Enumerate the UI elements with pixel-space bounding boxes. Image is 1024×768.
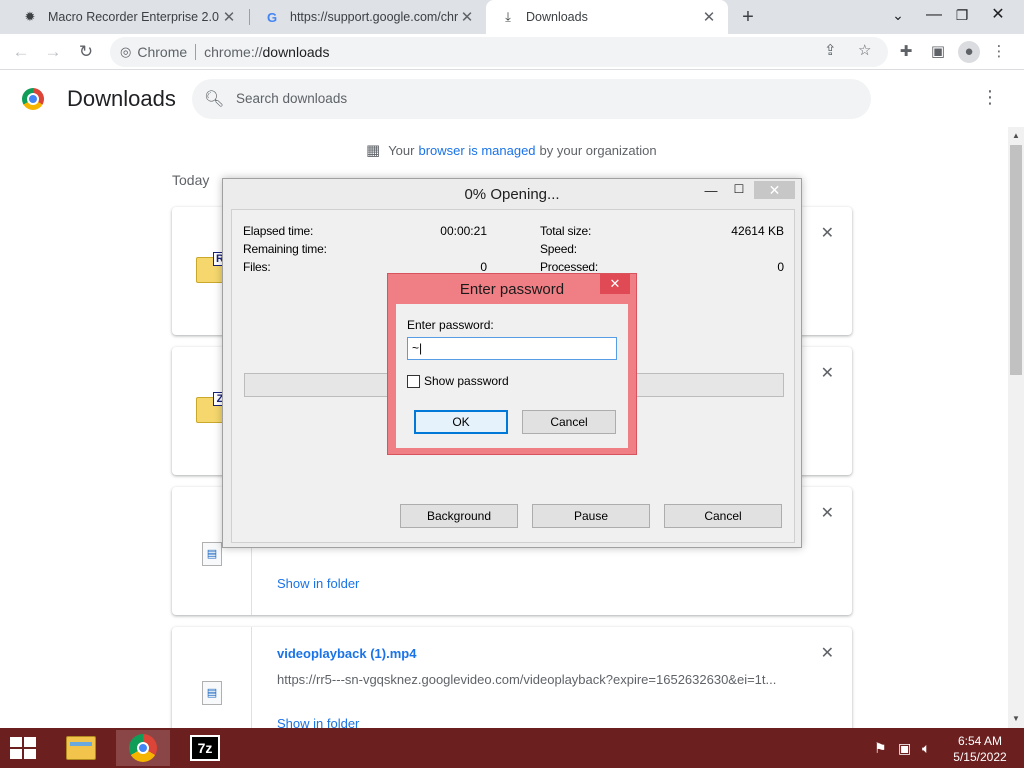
address-bar[interactable]: ◎ Chrome chrome://downloads ⇪ ☆ xyxy=(110,37,888,67)
managed-suffix: by your organization xyxy=(539,142,657,158)
macro-recorder-icon: ✹ xyxy=(24,9,36,24)
processed-label: Processed: xyxy=(540,260,599,274)
files-value: 0 xyxy=(480,260,487,274)
tab-title: https://support.google.com/chro xyxy=(290,10,458,24)
close-icon[interactable]: ✕ xyxy=(458,8,476,26)
new-tab-button[interactable]: + xyxy=(736,6,760,28)
tab-search-icon[interactable]: ⌄ xyxy=(882,0,914,32)
show-password-checkbox[interactable] xyxy=(407,374,420,388)
extensions-icon[interactable]: ✚ xyxy=(895,41,917,63)
taskbar-file-explorer[interactable] xyxy=(54,730,108,766)
browser-managed-link[interactable]: browser is managed xyxy=(418,143,535,158)
password-label: Enter password: xyxy=(407,318,494,332)
forward-button[interactable]: → xyxy=(40,39,66,65)
url-host: downloads xyxy=(262,44,330,60)
video-file-icon: ▤ xyxy=(202,542,222,566)
managed-notice: ▦ Your browser is managed by your organi… xyxy=(366,141,657,159)
cancel-extract-button[interactable]: Cancel xyxy=(664,504,782,528)
scrollbar-thumb[interactable] xyxy=(1010,145,1022,375)
page-title: Downloads xyxy=(67,86,176,111)
pause-button[interactable]: Pause xyxy=(532,504,650,528)
taskbar-chrome[interactable] xyxy=(116,730,170,766)
minimize-icon[interactable]: — xyxy=(701,183,721,203)
video-file-icon: ▤ xyxy=(202,681,222,705)
password-dialog-title: Enter password xyxy=(459,281,565,298)
tab-support-google[interactable]: G https://support.google.com/chro ✕ xyxy=(250,0,486,34)
managed-prefix: Your xyxy=(388,142,415,158)
volume-muted-icon[interactable]: 🔈︎ xyxy=(922,740,930,757)
back-button[interactable]: ← xyxy=(8,39,34,65)
building-icon: ▦ xyxy=(366,142,381,159)
chrome-logo-icon xyxy=(22,88,44,110)
files-label: Files: xyxy=(243,260,271,274)
close-icon[interactable]: ✕ xyxy=(600,274,630,294)
search-downloads-box[interactable]: 🔍︎ Search downloads xyxy=(192,79,871,119)
cancel-button[interactable]: Cancel xyxy=(522,410,616,434)
tab-strip: ✹ Macro Recorder Enterprise 2.0.75 ✕ G h… xyxy=(0,0,1024,34)
profile-avatar-icon[interactable]: ● xyxy=(958,41,980,63)
date-group-label: Today xyxy=(172,172,210,188)
windows-start-icon[interactable] xyxy=(10,737,38,759)
window-close-button[interactable]: ✕ xyxy=(982,0,1014,32)
google-g-icon: G xyxy=(266,9,278,25)
scroll-up-arrow-icon[interactable]: ▲ xyxy=(1008,128,1024,144)
remaining-time-label: Remaining time: xyxy=(243,242,327,256)
password-dialog-body: Enter password: ~| Show password OK Canc… xyxy=(396,304,628,448)
speed-label: Speed: xyxy=(540,242,577,256)
maximize-icon[interactable]: ☐ xyxy=(729,182,749,202)
show-password-row[interactable]: Show password xyxy=(407,374,509,388)
chrome-icon xyxy=(129,734,157,762)
close-icon[interactable]: ✕ xyxy=(754,181,795,199)
7zip-icon: 7z xyxy=(190,735,220,761)
taskbar: 7z ⚑ ▣ 🔈︎ 6:54 AM 5/15/2022 xyxy=(0,728,1024,768)
elapsed-time-label: Elapsed time: xyxy=(243,224,314,238)
tab-title: Macro Recorder Enterprise 2.0.75 xyxy=(48,10,220,24)
taskbar-7zip[interactable]: 7z xyxy=(178,730,232,766)
tab-downloads[interactable]: ⤓ Downloads ✕ xyxy=(486,0,728,34)
remove-download-icon[interactable]: ✕ xyxy=(821,503,834,523)
total-size-value: 42614 KB xyxy=(731,224,784,238)
side-panel-icon[interactable]: ▣ xyxy=(927,41,949,63)
background-button[interactable]: Background xyxy=(400,504,518,528)
remove-download-icon[interactable]: ✕ xyxy=(821,223,834,243)
browser-toolbar: ← → ↻ ◎ Chrome chrome://downloads ⇪ ☆ ✚ … xyxy=(0,34,1024,70)
enter-password-dialog: Enter password ✕ Enter password: ~| Show… xyxy=(387,273,637,455)
restore-button[interactable]: ❐ xyxy=(946,0,978,32)
site-chip: Chrome xyxy=(137,44,188,60)
system-clock[interactable]: 6:54 AM 5/15/2022 xyxy=(940,733,1020,765)
network-icon[interactable]: ▣ xyxy=(898,740,911,757)
share-icon[interactable]: ⇪ xyxy=(824,41,837,59)
clock-date: 5/15/2022 xyxy=(953,750,1007,764)
search-icon: 🔍︎ xyxy=(204,91,225,108)
elapsed-time-value: 00:00:21 xyxy=(440,224,487,238)
clock-time: 6:54 AM xyxy=(957,734,1003,748)
tab-macro-recorder[interactable]: ✹ Macro Recorder Enterprise 2.0.75 ✕ xyxy=(8,0,248,34)
show-password-label: Show password xyxy=(424,374,509,388)
download-filename-link[interactable]: videoplayback (1).mp4 xyxy=(277,646,416,661)
bookmark-star-icon[interactable]: ☆ xyxy=(858,41,871,59)
chrome-site-icon: ◎ xyxy=(120,44,132,59)
search-placeholder: Search downloads xyxy=(236,91,348,106)
remove-download-icon[interactable]: ✕ xyxy=(821,363,834,383)
action-center-flag-icon[interactable]: ⚑ xyxy=(874,740,887,757)
browser-menu-icon[interactable]: ⋮ xyxy=(991,41,1007,63)
reload-button[interactable]: ↻ xyxy=(73,39,99,65)
downloads-menu-icon[interactable]: ⋮ xyxy=(980,87,1000,108)
remove-download-icon[interactable]: ✕ xyxy=(821,643,834,663)
show-in-folder-link[interactable]: Show in folder xyxy=(277,576,359,591)
close-icon[interactable]: ✕ xyxy=(700,8,718,26)
close-icon[interactable]: ✕ xyxy=(220,8,238,26)
file-explorer-icon xyxy=(66,736,96,760)
download-url[interactable]: https://rr5---sn-vgqsknez.googlevideo.co… xyxy=(277,672,777,687)
progress-titlebar[interactable]: 0% Opening... — ☐ ✕ xyxy=(223,179,801,209)
password-input[interactable]: ~| xyxy=(407,337,617,360)
total-size-label: Total size: xyxy=(540,224,592,238)
download-icon: ⤓ xyxy=(505,9,511,24)
scroll-down-arrow-icon[interactable]: ▼ xyxy=(1008,711,1024,727)
downloads-header: Downloads 🔍︎ Search downloads ⋮ xyxy=(0,71,1008,127)
url-scheme: chrome:// xyxy=(204,44,263,60)
ok-button[interactable]: OK xyxy=(414,410,508,434)
processed-value: 0 xyxy=(777,260,784,274)
tab-title: Downloads xyxy=(526,10,588,24)
